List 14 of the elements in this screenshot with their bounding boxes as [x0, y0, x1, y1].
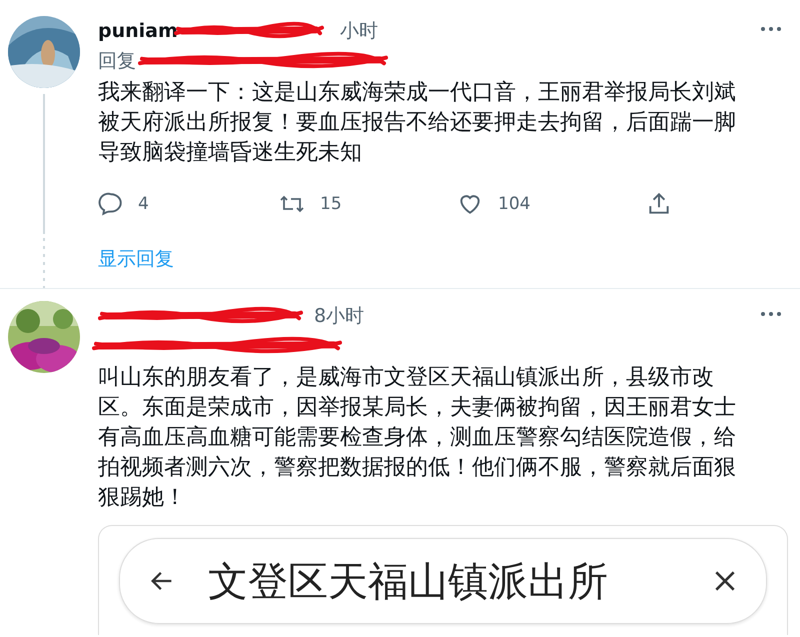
like-button[interactable]: 104	[456, 191, 646, 217]
retweet-button[interactable]: 15	[278, 191, 456, 217]
timestamp[interactable]: 8小时	[314, 303, 364, 329]
timestamp[interactable]: 小时	[340, 18, 378, 44]
search-field[interactable]: 文登区天福山镇派出所	[206, 557, 682, 605]
more-icon[interactable]	[760, 26, 782, 32]
more-icon[interactable]	[760, 311, 782, 317]
reply-icon	[98, 191, 124, 217]
reply-button[interactable]: 4	[98, 191, 278, 217]
search-bar[interactable]: 文登区天福山镇派出所	[119, 538, 767, 624]
tweet-text: 我来翻译一下：这是山东威海荣成一代口音，王丽君举报局长刘斌被天府派出所报复！要血压报告不给还要押走去拘留，后面踹一脚导致脑袋撞墙昏迷生死未知	[98, 79, 737, 167]
reply-label: 回复	[98, 49, 136, 74]
tweet-text: 叫山东的朋友看了，是威海市文登区天福山镇派出所，县级市改区。东面是荣成市，因举报某局长，夫妻俩被拘留，因王丽君女士有高血压高血糖可能需要检查身体，测血压警察勾结医院造假，给拍视频者测六次，警察把数据报的低！他们俩不服，警察就后面狠狠踢她！	[98, 364, 737, 512]
author-name[interactable]: puniam	[98, 20, 178, 42]
